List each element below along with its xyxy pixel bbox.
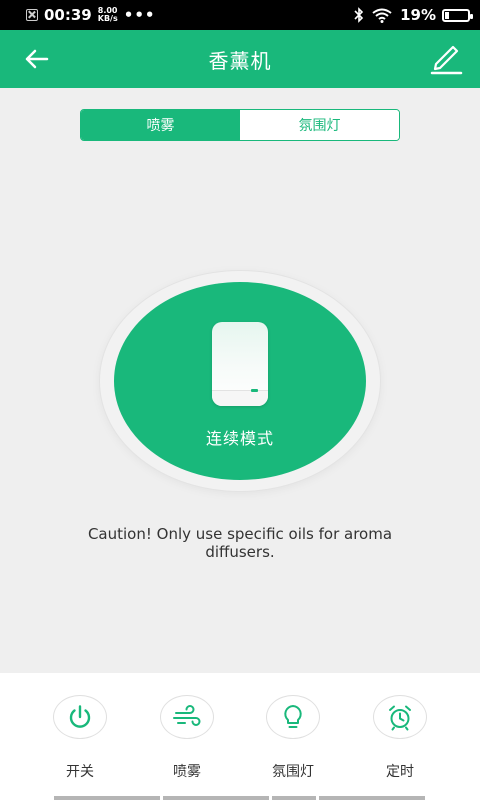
network-speed: 8.00 KB/s: [98, 7, 118, 23]
timer-button[interactable]: 定时: [360, 695, 440, 781]
status-bar: 00:39 8.00 KB/s ••• 19%: [0, 0, 480, 30]
status-time: 00:39: [44, 6, 92, 24]
power-button[interactable]: 开关: [40, 695, 120, 781]
mode-label: 连续模式: [205, 429, 274, 448]
bulb-icon-wrap: [266, 695, 320, 739]
power-icon-wrap: [53, 695, 107, 739]
spray-button[interactable]: 喷雾: [147, 695, 227, 781]
tab-ambient-light[interactable]: 氛围灯: [240, 110, 399, 140]
network-speed-unit: KB/s: [97, 14, 118, 23]
nav-indicator: [54, 796, 160, 800]
spray-label: 喷雾: [173, 764, 201, 780]
alarm-clock-icon: [389, 705, 411, 731]
diffuser-device-icon: [212, 322, 268, 406]
battery-percent: 19%: [400, 6, 436, 24]
light-button[interactable]: 氛围灯: [253, 695, 333, 781]
notification-close-icon: [26, 9, 38, 21]
page-title: 香薰机: [208, 48, 272, 73]
light-label: 氛围灯: [272, 764, 314, 780]
tab-spray[interactable]: 喷雾: [81, 110, 240, 140]
wind-icon: [173, 705, 201, 726]
power-icon: [69, 705, 91, 728]
caution-text: Caution! Only use specific oils for arom…: [87, 525, 393, 561]
back-button[interactable]: [22, 44, 52, 74]
bulb-icon: [284, 705, 302, 728]
wifi-icon: [372, 8, 392, 23]
bluetooth-icon: [354, 7, 364, 23]
alarm-clock-icon-wrap: [373, 695, 427, 739]
power-label: 开关: [66, 764, 94, 780]
mode-tabs: 喷雾 氛围灯: [80, 109, 400, 141]
battery-tip: [470, 13, 473, 19]
bottom-control-bar: 开关 喷雾 氛围灯 定时: [0, 673, 480, 800]
nav-indicator: [272, 796, 316, 800]
pencil-icon: [430, 45, 463, 75]
nav-indicator: [163, 796, 269, 800]
more-notifications-icon: •••: [123, 6, 156, 24]
app-header: 香薰机: [0, 30, 480, 88]
edit-button[interactable]: [428, 40, 464, 76]
device-base: [212, 390, 268, 406]
timer-label: 定时: [386, 764, 414, 780]
device-led: [251, 389, 258, 392]
arrow-left-icon: [25, 49, 49, 69]
battery-icon: [442, 8, 473, 22]
nav-indicator: [319, 796, 425, 800]
battery-level-fill: [445, 11, 449, 19]
wind-icon-wrap: [160, 695, 214, 739]
